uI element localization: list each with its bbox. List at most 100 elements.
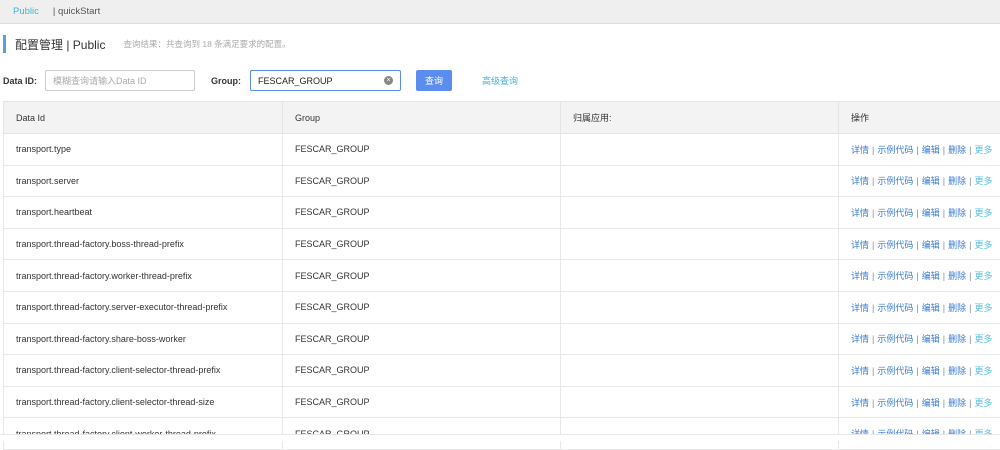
action-edit-link[interactable]: 编辑 [922,145,940,155]
cell-app [561,323,839,355]
separator: | [916,240,918,250]
group-input[interactable]: FESCAR_GROUP × [250,70,401,91]
action-edit-link[interactable]: 编辑 [922,271,940,281]
separator: | [943,398,945,408]
action-more-link[interactable]: 更多 [974,145,992,155]
table-row: transport.thread-factory.client-selector… [4,355,1000,387]
action-sample-code-link[interactable]: 示例代码 [877,271,913,281]
header-actions: 操作 [839,102,1000,134]
cell-data-id: transport.thread-factory.server-executor… [4,291,283,323]
action-edit-link[interactable]: 编辑 [922,398,940,408]
action-more-link[interactable]: 更多 [974,240,992,250]
cell-actions: 详情|示例代码|编辑|删除|更多 [839,260,1000,292]
separator: | [943,366,945,376]
group-input-value: FESCAR_GROUP [258,76,333,86]
action-edit-link[interactable]: 编辑 [922,208,940,218]
separator: | [969,271,971,281]
table-row: transport.typeFESCAR_GROUP 详情|示例代码|编辑|删除|… [4,134,1000,166]
cell-group: FESCAR_GROUP [283,260,561,292]
page-title: 配置管理 | Public 查询结果：共查询到 18 条满足要求的配置。 [3,35,291,53]
separator: | [969,334,971,344]
separator: | [943,271,945,281]
separator: | [872,303,874,313]
cell-app [561,386,839,418]
action-delete-link[interactable]: 删除 [948,303,966,313]
action-edit-link[interactable]: 编辑 [922,366,940,376]
clear-icon[interactable]: × [384,76,393,85]
action-detail-link[interactable]: 详情 [851,145,869,155]
action-detail-link[interactable]: 详情 [851,208,869,218]
action-detail-link[interactable]: 详情 [851,398,869,408]
action-delete-link[interactable]: 删除 [948,145,966,155]
separator: | [969,176,971,186]
action-delete-link[interactable]: 删除 [948,176,966,186]
separator: | [943,240,945,250]
cell-actions: 详情|示例代码|编辑|删除|更多 [839,228,1000,260]
header-data-id: Data Id [4,102,283,134]
action-sample-code-link[interactable]: 示例代码 [877,398,913,408]
separator: | [872,398,874,408]
namespace-public[interactable]: Public [13,6,39,17]
separator: | [916,271,918,281]
separator: | [916,176,918,186]
action-detail-link[interactable]: 详情 [851,334,869,344]
cell-data-id: transport.thread-factory.client-selector… [4,386,283,418]
cell-data-id: transport.type [4,134,283,166]
table-row: transport.thread-factory.client-selector… [4,386,1000,418]
action-detail-link[interactable]: 详情 [851,176,869,186]
action-delete-link[interactable]: 删除 [948,398,966,408]
action-more-link[interactable]: 更多 [974,398,992,408]
cell-data-id: transport.thread-factory.worker-thread-p… [4,260,283,292]
separator: | [969,145,971,155]
action-detail-link[interactable]: 详情 [851,271,869,281]
cell-actions: 详情|示例代码|编辑|删除|更多 [839,134,1000,166]
cell-app [561,134,839,166]
separator: | [872,240,874,250]
table-row: transport.thread-factory.worker-thread-p… [4,260,1000,292]
action-more-link[interactable]: 更多 [974,208,992,218]
action-more-link[interactable]: 更多 [974,176,992,186]
separator: | [943,208,945,218]
action-detail-link[interactable]: 详情 [851,240,869,250]
action-sample-code-link[interactable]: 示例代码 [877,208,913,218]
advanced-query-link[interactable]: 高级查询 [482,74,518,87]
action-delete-link[interactable]: 删除 [948,208,966,218]
cell-group: FESCAR_GROUP [283,134,561,166]
action-more-link[interactable]: 更多 [974,303,992,313]
action-delete-link[interactable]: 删除 [948,271,966,281]
separator: | [872,145,874,155]
separator: | [969,303,971,313]
cell-data-id: transport.thread-factory.share-boss-work… [4,323,283,355]
action-more-link[interactable]: 更多 [974,334,992,344]
action-sample-code-link[interactable]: 示例代码 [877,176,913,186]
action-edit-link[interactable]: 编辑 [922,334,940,344]
action-edit-link[interactable]: 编辑 [922,176,940,186]
namespace-quickstart[interactable]: | quickStart [53,6,100,17]
cell-app [561,197,839,229]
cell-group: FESCAR_GROUP [283,386,561,418]
action-sample-code-link[interactable]: 示例代码 [877,334,913,344]
action-detail-link[interactable]: 详情 [851,366,869,376]
action-edit-link[interactable]: 编辑 [922,240,940,250]
query-button[interactable]: 查询 [416,70,452,91]
action-detail-link[interactable]: 详情 [851,303,869,313]
action-edit-link[interactable]: 编辑 [922,303,940,313]
page-title-text: 配置管理 | Public [15,36,105,53]
cell-app [561,165,839,197]
query-result-hint: 查询结果：共查询到 18 条满足要求的配置。 [123,38,290,50]
action-more-link[interactable]: 更多 [974,366,992,376]
action-delete-link[interactable]: 删除 [948,240,966,250]
separator: | [943,145,945,155]
action-sample-code-link[interactable]: 示例代码 [877,303,913,313]
data-id-input[interactable]: 模糊查询请输入Data ID [45,70,195,91]
action-sample-code-link[interactable]: 示例代码 [877,240,913,250]
action-sample-code-link[interactable]: 示例代码 [877,366,913,376]
action-more-link[interactable]: 更多 [974,271,992,281]
action-delete-link[interactable]: 删除 [948,366,966,376]
action-delete-link[interactable]: 删除 [948,334,966,344]
group-label: Group: [211,76,241,86]
cell-actions: 详情|示例代码|编辑|删除|更多 [839,165,1000,197]
cell-data-id: transport.heartbeat [4,197,283,229]
action-sample-code-link[interactable]: 示例代码 [877,145,913,155]
cell-data-id: transport.thread-factory.boss-thread-pre… [4,228,283,260]
